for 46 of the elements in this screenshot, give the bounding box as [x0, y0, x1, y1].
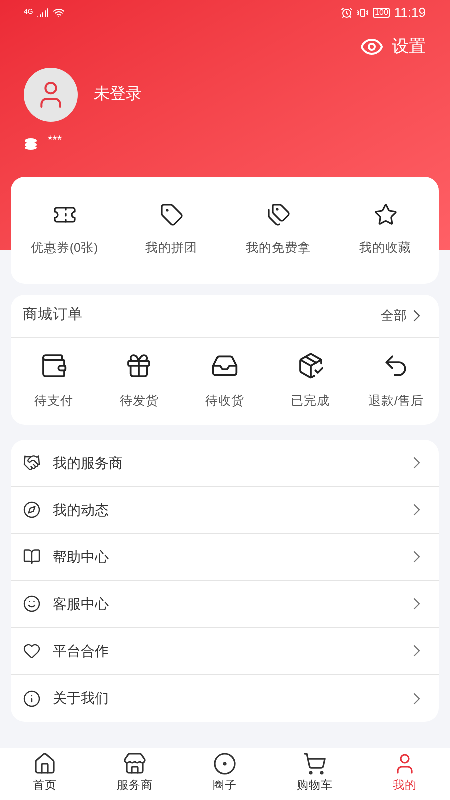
tags-icon: [266, 203, 290, 228]
tab-bar-item[interactable]: 购物车: [270, 752, 360, 796]
home-icon: [33, 752, 57, 776]
menu-item[interactable]: 我的服务商: [11, 440, 439, 487]
book-icon: [23, 548, 41, 566]
tab-bar-item[interactable]: 圈子: [180, 752, 270, 796]
tag-icon: [160, 203, 184, 228]
order-status-item[interactable]: 退款/售后: [353, 352, 439, 411]
order-status-item[interactable]: 已完成: [268, 352, 354, 411]
ring-icon: [213, 752, 237, 776]
info-icon: [23, 690, 41, 708]
menu-item[interactable]: 关于我们: [11, 675, 439, 722]
signal-icon: [37, 7, 50, 19]
menu-item[interactable]: 客服中心: [11, 581, 439, 628]
star-icon: [374, 203, 398, 228]
wallet-icon: [40, 352, 68, 380]
tab-bar-item[interactable]: 首页: [0, 752, 90, 796]
shortcut-item[interactable]: 我的收藏: [332, 203, 439, 258]
avatar[interactable]: [24, 68, 78, 122]
alarm-icon: [341, 7, 354, 19]
shortcut-item[interactable]: 我的免费拿: [225, 203, 332, 258]
order-status-item[interactable]: 待支付: [11, 352, 97, 411]
menu-item[interactable]: 帮助中心: [11, 534, 439, 581]
view-all-link[interactable]: 全部: [381, 306, 427, 326]
coins-icon: [24, 138, 40, 150]
coin-balance: ***: [48, 132, 62, 148]
smile-icon: [23, 595, 41, 613]
battery-level: 100: [373, 8, 390, 18]
menu-item[interactable]: 平台合作: [11, 628, 439, 675]
store-icon: [123, 752, 147, 776]
vibrate-icon: [357, 7, 370, 19]
box-check-icon: [296, 352, 325, 380]
shortcut-item[interactable]: 我的拼团: [118, 203, 225, 258]
handshake-icon: [23, 454, 41, 472]
menu-item[interactable]: 我的动态: [11, 487, 439, 534]
compass-icon: [23, 501, 41, 519]
order-status-item[interactable]: 待发货: [96, 352, 182, 411]
heart-icon: [23, 642, 41, 660]
cart-icon: [303, 752, 327, 776]
username: 未登录: [94, 84, 142, 104]
orders-title: 商城订单: [23, 306, 83, 326]
shortcut-item[interactable]: 优惠券(0张): [11, 203, 118, 258]
clock-time: 11:19: [394, 4, 426, 22]
tab-bar-item[interactable]: 我的: [360, 752, 450, 796]
tab-bar-item[interactable]: 服务商: [90, 752, 180, 796]
order-status-item[interactable]: 待收货: [182, 352, 268, 411]
